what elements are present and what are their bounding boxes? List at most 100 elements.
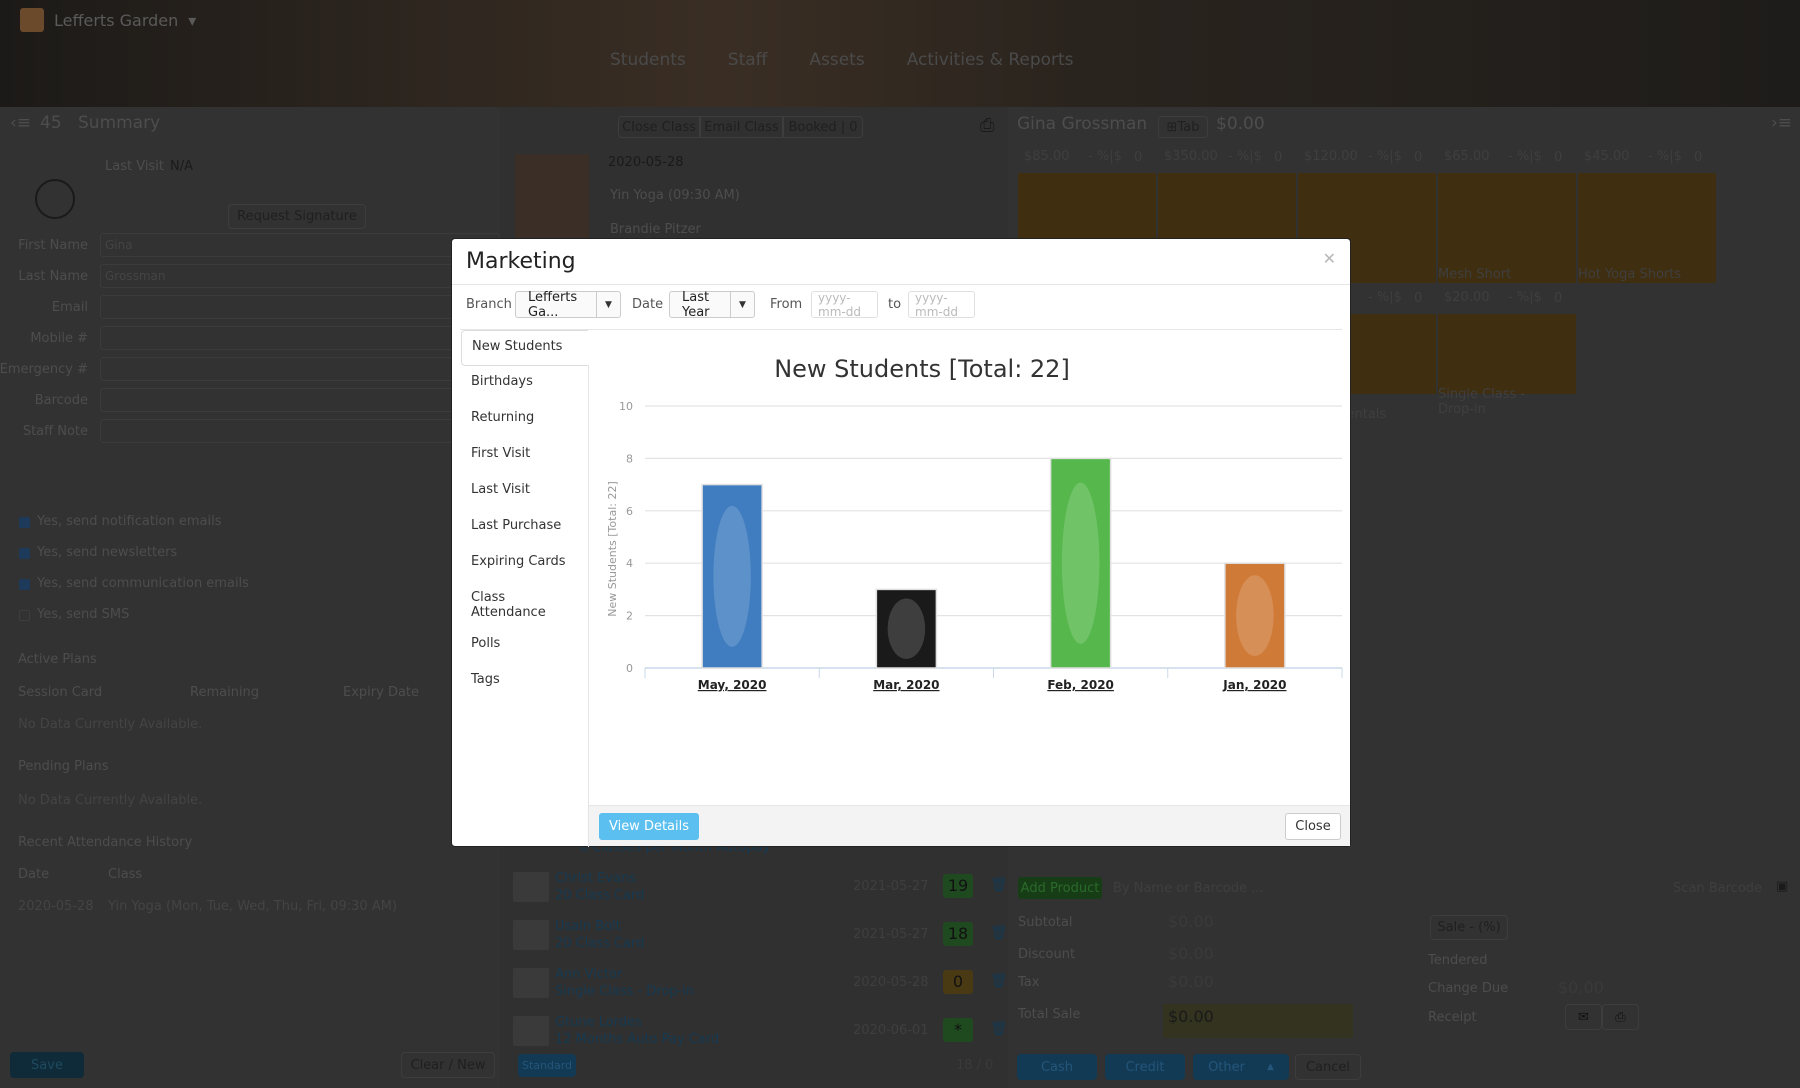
print-icon[interactable]: ⎙ <box>980 115 994 136</box>
field-input[interactable] <box>100 357 500 381</box>
discount-toggle[interactable]: - %|$ <box>1508 290 1542 305</box>
view-details-button[interactable]: View Details <box>599 813 699 840</box>
col-session-card: Session Card <box>18 685 103 700</box>
date-range-select[interactable]: Last Year ▼ <box>669 290 755 320</box>
save-button[interactable]: Save <box>10 1052 84 1078</box>
field-input[interactable] <box>100 388 500 412</box>
field-input[interactable]: Gina <box>100 233 500 257</box>
x-tick-label[interactable]: Mar, 2020 <box>873 678 939 692</box>
trash-icon[interactable]: 🗑 <box>990 925 1008 941</box>
instructor-select[interactable]: Brandie Pitzer <box>610 222 701 237</box>
studio-logo <box>20 8 44 32</box>
bar-highlight <box>1061 482 1100 644</box>
booked-button[interactable]: Booked | 0 <box>783 116 863 138</box>
field-input[interactable] <box>100 326 500 350</box>
chart-title: New Students [Total: 22] <box>774 355 1070 383</box>
student-name[interactable]: Christ Evans <box>555 871 636 886</box>
branch-switcher[interactable]: Lefferts Garden ▾ <box>20 8 196 32</box>
other-payment-button[interactable]: Other ▲ <box>1193 1054 1289 1080</box>
credit-button[interactable]: Credit <box>1105 1054 1185 1080</box>
divider <box>460 329 1342 330</box>
from-date-input[interactable]: yyyy-mm-dd <box>811 291 878 318</box>
branch-label: Branch <box>466 297 512 312</box>
report-menu-item[interactable]: First Visit <box>461 438 589 474</box>
collapse-menu-icon[interactable]: ‹≡ <box>10 113 31 133</box>
bar-highlight <box>887 598 926 659</box>
y-tick-label: 8 <box>626 452 633 465</box>
discount-toggle[interactable]: - %|$ <box>1648 149 1682 164</box>
class-select[interactable]: Yin Yoga (09:30 AM) <box>610 188 740 203</box>
discount-toggle[interactable]: - %|$ <box>1368 290 1402 305</box>
cancel-sale-button[interactable]: Cancel <box>1295 1054 1361 1080</box>
checkbox-label: Yes, send SMS <box>37 607 130 622</box>
cash-button[interactable]: Cash <box>1017 1054 1097 1080</box>
email-receipt-button[interactable]: ✉ <box>1565 1004 1602 1030</box>
to-date-input[interactable]: yyyy-mm-dd <box>908 291 975 318</box>
discount-toggle[interactable]: - %|$ <box>1368 149 1402 164</box>
save-disk-icon[interactable]: ▣ <box>1776 879 1788 894</box>
plan-expiry: 2021-05-27 <box>853 927 929 942</box>
report-menu-item[interactable]: Polls <box>461 628 589 664</box>
report-menu-item[interactable]: Last Purchase <box>461 510 589 546</box>
bar-highlight <box>713 505 751 647</box>
student-plan: Single Class - Drop-in <box>555 984 695 999</box>
tax-value: $0.00 <box>1168 972 1214 991</box>
report-menu-item[interactable]: Last Visit <box>461 474 589 510</box>
report-menu-item[interactable]: Returning <box>461 402 589 438</box>
add-tab-button[interactable]: ⊞ Tab <box>1158 116 1208 138</box>
student-plan: 20 Class Card <box>555 936 645 951</box>
report-menu-item[interactable]: Birthdays <box>461 366 589 402</box>
nav-students[interactable]: Students <box>610 50 686 70</box>
instructor-photo <box>515 154 589 244</box>
x-tick-label[interactable]: Feb, 2020 <box>1047 678 1114 692</box>
product-tile[interactable] <box>1438 314 1576 394</box>
trash-icon[interactable]: 🗑 <box>990 877 1008 893</box>
caret-down-icon: ▼ <box>596 292 620 317</box>
discount-toggle[interactable]: - %|$ <box>1228 149 1262 164</box>
report-menu-item[interactable]: New Students <box>461 330 588 366</box>
product-price: $85.00 <box>1024 149 1070 164</box>
report-menu-item[interactable]: Class Attendance <box>461 582 551 628</box>
x-tick-label[interactable]: May, 2020 <box>698 678 767 692</box>
clear-new-button[interactable]: Clear / New <box>401 1052 495 1078</box>
caret-down-icon: ▼ <box>730 292 754 317</box>
nav-assets[interactable]: Assets <box>809 50 864 70</box>
profile-avatar-icon[interactable] <box>35 179 75 219</box>
close-button[interactable]: Close <box>1285 813 1341 840</box>
field-input[interactable] <box>100 419 500 443</box>
customer-name: Gina Grossman <box>1017 114 1148 134</box>
discount-toggle[interactable]: - %|$ <box>1088 149 1122 164</box>
checkbox[interactable] <box>19 579 30 590</box>
checkbox[interactable] <box>19 548 30 559</box>
report-menu-item[interactable]: Tags <box>461 664 589 700</box>
close-class-button[interactable]: Close Class <box>618 116 700 138</box>
report-menu-item[interactable]: Expiring Cards <box>461 546 589 582</box>
discount-toggle[interactable]: - %|$ <box>1508 149 1542 164</box>
scan-barcode-input[interactable]: Scan Barcode <box>1673 881 1762 896</box>
product-name: Single Class - Drop-in <box>1438 387 1526 417</box>
y-tick-label: 6 <box>626 505 633 518</box>
plan-expiry: 2020-05-28 <box>853 975 929 990</box>
nav-staff[interactable]: Staff <box>728 50 768 70</box>
student-name[interactable]: Gtune Lordes <box>555 1015 642 1030</box>
sale-percent-button[interactable]: Sale - (%) <box>1430 915 1508 940</box>
checkbox[interactable] <box>19 517 30 528</box>
field-input[interactable]: Grossman <box>100 264 500 288</box>
standard-button[interactable]: Standard <box>518 1054 576 1077</box>
student-name[interactable]: Usain Bolt <box>555 919 621 934</box>
product-search-input[interactable]: By Name or Barcode ... <box>1113 881 1263 896</box>
student-name[interactable]: Ann Victor <box>555 967 622 982</box>
branch-select[interactable]: Lefferts Ga... ▼ <box>515 290 621 320</box>
expand-menu-icon[interactable]: ›≡ <box>1771 113 1792 133</box>
trash-icon[interactable]: 🗑 <box>990 1021 1008 1037</box>
x-tick-label[interactable]: Jan, 2020 <box>1222 678 1286 692</box>
trash-icon[interactable]: 🗑 <box>990 973 1008 989</box>
field-input[interactable] <box>100 295 500 319</box>
print-receipt-button[interactable]: ⎙ <box>1602 1004 1639 1030</box>
request-signature-button[interactable]: Request Signature <box>228 204 366 229</box>
checkbox[interactable] <box>19 610 30 621</box>
product-qty: 0 <box>1694 150 1703 165</box>
email-class-button[interactable]: Email Class <box>700 116 783 138</box>
close-icon[interactable]: ✕ <box>1323 249 1336 268</box>
add-product-button[interactable]: Add Product <box>1018 877 1102 899</box>
